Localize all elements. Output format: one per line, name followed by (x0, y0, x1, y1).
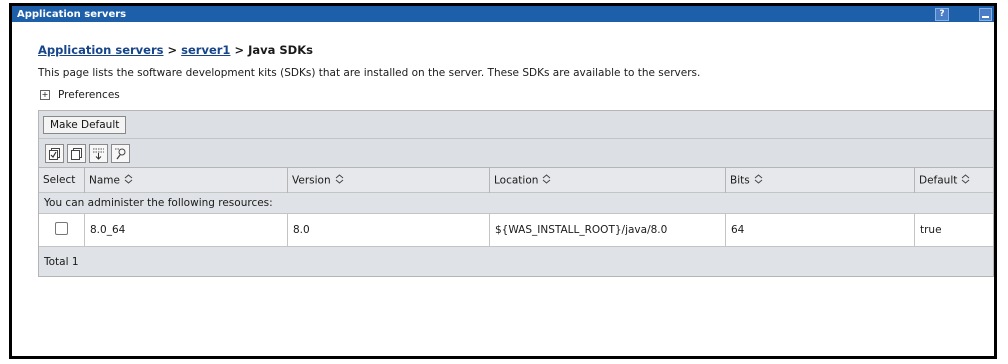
page-content: Application servers > server1 > Java SDK… (12, 22, 994, 277)
table-row: 8.0_64 8.0 ${WAS_INSTALL_ROOT}/java/8.0 … (39, 213, 993, 247)
breadcrumb-current: Java SDKs (248, 43, 313, 57)
expand-icon[interactable]: + (40, 90, 50, 100)
preferences-toggle[interactable]: + Preferences (38, 89, 994, 101)
sort-icon[interactable] (754, 173, 763, 187)
application-servers-window: Application servers ? Application server… (9, 3, 997, 359)
table-tool-icons (39, 139, 993, 167)
page-description: This page lists the software development… (38, 67, 701, 79)
cell-default: true (914, 213, 993, 247)
clear-filter-icon[interactable] (111, 143, 130, 163)
sort-icon[interactable] (124, 173, 133, 187)
select-all-icon[interactable] (45, 143, 64, 163)
column-header-bits[interactable]: Bits (725, 167, 915, 193)
cell-location: ${WAS_INSTALL_ROOT}/java/8.0 (489, 213, 726, 247)
resources-message-row: You can administer the following resourc… (39, 192, 993, 214)
sdk-table: Select Name Version Location Bits Defaul… (39, 167, 993, 276)
make-default-button[interactable]: Make Default (43, 115, 127, 134)
preferences-label: Preferences (58, 89, 120, 101)
row-checkbox[interactable] (55, 222, 68, 235)
column-header-select: Select (39, 167, 85, 193)
cell-name: 8.0_64 (84, 213, 288, 247)
column-header-name[interactable]: Name (84, 167, 288, 193)
column-header-version[interactable]: Version (287, 167, 490, 193)
breadcrumb: Application servers > server1 > Java SDK… (38, 43, 994, 57)
window-title: Application servers (17, 8, 127, 20)
table-header-row: Select Name Version Location Bits Defaul… (39, 167, 993, 193)
breadcrumb-link-server1[interactable]: server1 (181, 43, 230, 57)
titlebar-icons: ? (935, 6, 994, 22)
breadcrumb-link-application-servers[interactable]: Application servers (38, 43, 163, 57)
sort-icon[interactable] (542, 173, 551, 187)
help-icon[interactable]: ? (935, 7, 949, 21)
breadcrumb-separator: > (230, 43, 249, 57)
sdk-collection-panel: Make Default Select Name Version Locatio… (38, 110, 994, 277)
deselect-all-icon[interactable] (67, 143, 86, 163)
resources-message: You can administer the following resourc… (39, 192, 993, 214)
breadcrumb-separator: > (163, 43, 182, 57)
cell-version: 8.0 (287, 213, 490, 247)
total-count: Total 1 (39, 246, 993, 276)
column-header-location[interactable]: Location (489, 167, 726, 193)
sort-icon[interactable] (335, 173, 344, 187)
show-filter-icon[interactable] (89, 143, 108, 163)
button-row: Make Default (39, 111, 993, 139)
row-select-cell (39, 213, 85, 247)
sort-icon[interactable] (961, 173, 970, 187)
total-row: Total 1 (39, 246, 993, 276)
minimize-icon[interactable] (979, 7, 992, 21)
column-header-default[interactable]: Default (914, 167, 993, 193)
cell-bits: 64 (725, 213, 915, 247)
window-titlebar: Application servers ? (12, 6, 994, 22)
